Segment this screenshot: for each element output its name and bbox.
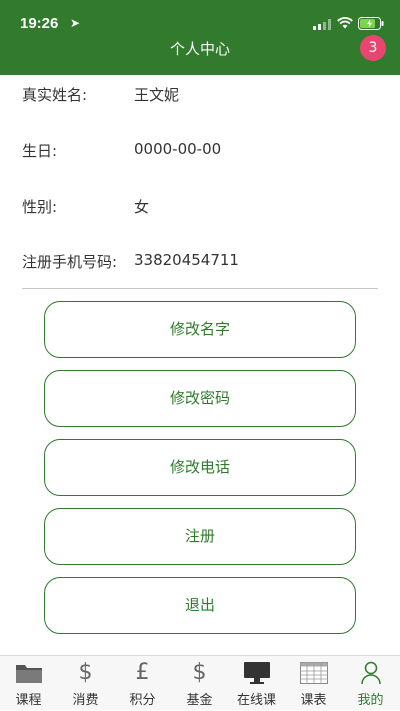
gender-value: 女 bbox=[134, 198, 150, 216]
person-icon bbox=[342, 660, 399, 686]
phone-value: 33820454711 bbox=[134, 251, 239, 269]
tab-bar: 课程 $ 消费 £ 积分 $ 基金 在线课 课表 我的 bbox=[0, 655, 400, 710]
tab-courses[interactable]: 课程 bbox=[0, 656, 57, 711]
wifi-icon bbox=[337, 17, 353, 29]
tab-label: 我的 bbox=[357, 693, 384, 708]
tab-label: 消费 bbox=[72, 693, 99, 708]
tab-spending[interactable]: $ 消费 bbox=[57, 656, 114, 711]
tab-fund[interactable]: $ 基金 bbox=[171, 656, 228, 711]
tab-label: 课表 bbox=[300, 693, 327, 708]
birthday-value: 0000-00-00 bbox=[134, 140, 222, 158]
name-value: 王文妮 bbox=[134, 86, 180, 104]
tab-online-course[interactable]: 在线课 bbox=[228, 656, 285, 711]
tab-mine[interactable]: 我的 bbox=[342, 656, 399, 711]
divider bbox=[22, 288, 378, 289]
page-title: 个人中心 bbox=[169, 40, 230, 58]
status-time: 19:26 bbox=[20, 15, 59, 32]
tab-label: 课程 bbox=[15, 693, 42, 708]
battery-icon bbox=[358, 17, 384, 30]
monitor-icon bbox=[228, 660, 285, 686]
header-bar: 19:26 ➤ 个人中心 3 bbox=[0, 0, 400, 75]
location-arrow-icon: ➤ bbox=[70, 16, 81, 30]
gender-label: 性别: bbox=[22, 198, 58, 216]
tab-label: 积分 bbox=[129, 693, 156, 708]
logout-button[interactable]: 退出 bbox=[44, 577, 356, 634]
register-button[interactable]: 注册 bbox=[44, 508, 356, 565]
timetable-icon bbox=[285, 660, 342, 686]
tab-label: 在线课 bbox=[236, 693, 276, 708]
tab-label: 基金 bbox=[186, 693, 213, 708]
edit-password-button[interactable]: 修改密码 bbox=[44, 370, 356, 427]
signal-icon bbox=[313, 19, 331, 30]
pound-icon: £ bbox=[135, 660, 150, 685]
name-label: 真实姓名: bbox=[22, 86, 88, 104]
edit-phone-button[interactable]: 修改电话 bbox=[44, 439, 356, 496]
tab-points[interactable]: £ 积分 bbox=[114, 656, 171, 711]
notification-badge[interactable]: 3 bbox=[360, 35, 386, 61]
dollar-icon: $ bbox=[78, 660, 93, 685]
birthday-label: 生日: bbox=[22, 142, 58, 160]
dollar-icon: $ bbox=[192, 660, 207, 685]
tab-timetable[interactable]: 课表 bbox=[285, 656, 342, 711]
status-bar: 19:26 ➤ bbox=[0, 0, 400, 40]
folder-icon bbox=[0, 660, 57, 686]
edit-name-button[interactable]: 修改名字 bbox=[44, 301, 356, 358]
phone-label: 注册手机号码: bbox=[22, 253, 118, 271]
